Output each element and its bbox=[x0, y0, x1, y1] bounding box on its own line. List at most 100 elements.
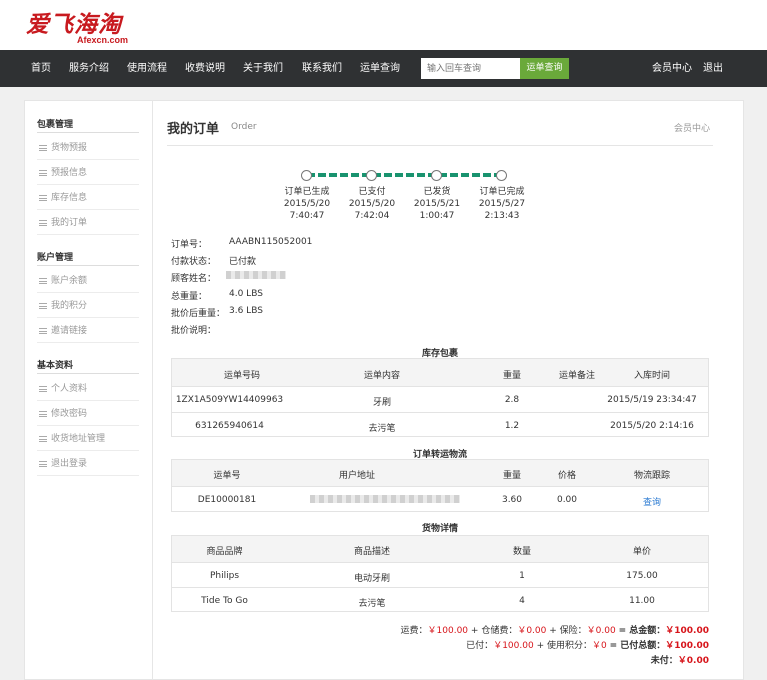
logo-text: 爱飞海淘 bbox=[26, 11, 122, 38]
divider bbox=[167, 145, 713, 146]
step-label: 已支付 bbox=[358, 187, 386, 197]
timeline-step: 订单已生成 2015/5/20 7:40:47 bbox=[272, 186, 342, 222]
sidebar-item-label: 我的订单 bbox=[51, 218, 88, 228]
sidebar-item-label: 账户余额 bbox=[51, 276, 88, 286]
sidebar-group-title: 账户管理 bbox=[37, 253, 74, 263]
nav-fees[interactable]: 收费说明 bbox=[185, 50, 225, 87]
description-cell: 电动牙刷 bbox=[353, 574, 390, 584]
freight-value: ￥100.00 bbox=[427, 626, 469, 636]
step-label: 已发货 bbox=[423, 187, 451, 197]
tracking-search-input[interactable] bbox=[421, 58, 520, 79]
inventory-table: 运单号码 运单内容 重量 运单备注 入库时间 1ZX1A509YW1440996… bbox=[171, 358, 709, 437]
nav-contact[interactable]: 联系我们 bbox=[302, 50, 342, 87]
weight-cell: 2.8 bbox=[504, 395, 520, 405]
sidebar-item-points[interactable]: 我的积分 bbox=[37, 294, 139, 318]
unit-price-cell: 11.00 bbox=[629, 596, 655, 606]
sidebar-item-label: 修改密码 bbox=[51, 409, 88, 419]
timeline-dot bbox=[431, 170, 442, 181]
unpaid-label: 未付： bbox=[650, 656, 678, 666]
pay-status-value: 已付款 bbox=[229, 257, 257, 267]
list-icon bbox=[39, 411, 47, 417]
sidebar-group-title: 包裹管理 bbox=[37, 120, 74, 130]
after-weight-label: 批价后重量： bbox=[171, 309, 226, 319]
sidebar-item-label: 个人资料 bbox=[51, 384, 88, 394]
main-nav: 首页 服务介绍 使用流程 收费说明 关于我们 联系我们 运单查询 运单查询 会员… bbox=[0, 50, 767, 87]
sidebar-item-label: 收货地址管理 bbox=[51, 434, 106, 444]
customer-label: 顾客姓名： bbox=[171, 274, 217, 284]
step-time: 2:13:43 bbox=[484, 211, 520, 221]
order-no-value: AAABN115052001 bbox=[229, 237, 313, 247]
timeline-dot bbox=[301, 170, 312, 181]
fee-summary-line: 运费：￥100.00 + 仓储费：￥0.00 + 保险：￥0.00 = 总金额：… bbox=[401, 623, 709, 636]
timeline-step: 订单已完成 2015/5/27 2:13:43 bbox=[467, 186, 537, 222]
tracking-search-button[interactable]: 运单查询 bbox=[520, 58, 569, 79]
sidebar-item-label: 邀请链接 bbox=[51, 326, 88, 336]
column-header: 运单号码 bbox=[223, 371, 260, 381]
sidebar-item-invite[interactable]: 邀请链接 bbox=[37, 319, 139, 343]
list-icon bbox=[39, 195, 47, 201]
step-label: 订单已生成 bbox=[284, 187, 330, 197]
sidebar-item-profile[interactable]: 个人资料 bbox=[37, 377, 139, 401]
unpaid-value: ￥0.00 bbox=[677, 656, 709, 666]
step-time: 7:42:04 bbox=[354, 211, 390, 221]
timeline-dot bbox=[366, 170, 377, 181]
sidebar-item-forecast[interactable]: 货物预报 bbox=[37, 136, 139, 160]
weight-cell: 1.2 bbox=[504, 421, 520, 431]
sidebar-item-password[interactable]: 修改密码 bbox=[37, 402, 139, 426]
column-header: 运单备注 bbox=[558, 371, 595, 381]
sidebar-item-label: 预报信息 bbox=[51, 168, 88, 178]
divider bbox=[37, 132, 139, 133]
content-cell: 牙刷 bbox=[372, 398, 391, 408]
track-link[interactable]: 查询 bbox=[612, 495, 692, 508]
column-header: 价格 bbox=[557, 471, 576, 481]
brand-cell: Tide To Go bbox=[201, 596, 248, 606]
order-no-label: 订单号： bbox=[171, 240, 208, 250]
column-header: 物流跟踪 bbox=[633, 471, 670, 481]
sidebar-item-my-orders[interactable]: 我的订单 bbox=[37, 211, 139, 235]
table-row: DE10000181 3.60 0.00 查询 bbox=[172, 486, 708, 512]
nav-logout[interactable]: 退出 bbox=[703, 50, 723, 87]
nav-process[interactable]: 使用流程 bbox=[127, 50, 167, 87]
member-center-link[interactable]: 会员中心 bbox=[674, 121, 710, 134]
table-header: 运单号 用户地址 重量 价格 物流跟踪 bbox=[172, 460, 708, 486]
site-logo[interactable]: 爱飞海淘 Afexcn.com bbox=[26, 5, 136, 47]
column-header: 运单号 bbox=[213, 471, 241, 481]
list-icon bbox=[39, 145, 47, 151]
nav-member-center[interactable]: 会员中心 bbox=[652, 50, 692, 87]
waybill-cell: DE10000181 bbox=[197, 495, 257, 505]
sidebar-item-balance[interactable]: 账户余额 bbox=[37, 269, 139, 293]
sidebar-item-inventory[interactable]: 库存信息 bbox=[37, 186, 139, 210]
step-time: 1:00:47 bbox=[419, 211, 455, 221]
list-icon bbox=[39, 278, 47, 284]
paid-label: 已付： bbox=[466, 641, 494, 651]
sidebar-item-forecast-info[interactable]: 预报信息 bbox=[37, 161, 139, 185]
page-title: 我的订单 bbox=[167, 122, 220, 137]
table-row: Philips 电动牙刷 1 175.00 bbox=[172, 562, 708, 587]
points-value: ￥0 bbox=[591, 641, 607, 651]
step-label: 订单已完成 bbox=[479, 187, 525, 197]
quantity-cell: 1 bbox=[519, 571, 525, 581]
nav-services[interactable]: 服务介绍 bbox=[69, 50, 109, 87]
column-header: 重量 bbox=[502, 371, 521, 381]
divider bbox=[37, 265, 139, 266]
goods-table: 商品品牌 商品描述 数量 单价 Philips 电动牙刷 1 175.00 Ti… bbox=[171, 535, 709, 612]
progress-bar bbox=[307, 173, 502, 177]
list-icon bbox=[39, 328, 47, 334]
storage-label: + 仓储费： bbox=[470, 626, 518, 636]
insurance-value: ￥0.00 bbox=[586, 626, 616, 636]
unit-price-cell: 175.00 bbox=[626, 571, 658, 581]
nav-about[interactable]: 关于我们 bbox=[243, 50, 283, 87]
redacted-customer-name bbox=[226, 271, 286, 279]
page-subtitle: Order bbox=[231, 122, 257, 132]
divider bbox=[37, 373, 139, 374]
column-header: 用户地址 bbox=[338, 471, 375, 481]
total-label: = 总金额： bbox=[618, 626, 666, 636]
nav-tracking[interactable]: 运单查询 bbox=[360, 50, 400, 87]
timeline-dot bbox=[496, 170, 507, 181]
sidebar-item-label: 货物预报 bbox=[51, 143, 88, 153]
column-header: 单价 bbox=[632, 547, 651, 557]
price-note-label: 批价说明： bbox=[171, 326, 217, 336]
nav-home[interactable]: 首页 bbox=[31, 50, 51, 87]
sidebar-item-logout[interactable]: 退出登录 bbox=[37, 452, 139, 476]
sidebar-item-address[interactable]: 收货地址管理 bbox=[37, 427, 139, 451]
